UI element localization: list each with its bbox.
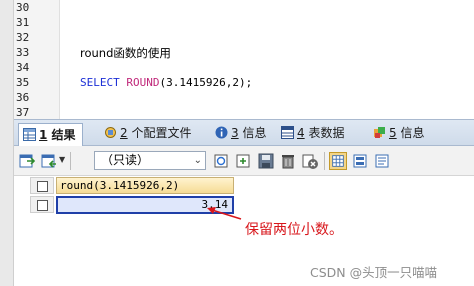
annotation-text: 保留两位小数。 <box>245 222 343 238</box>
watermark: CSDN @头顶一只喵喵 <box>310 265 438 280</box>
annotation-arrow <box>207 207 242 220</box>
